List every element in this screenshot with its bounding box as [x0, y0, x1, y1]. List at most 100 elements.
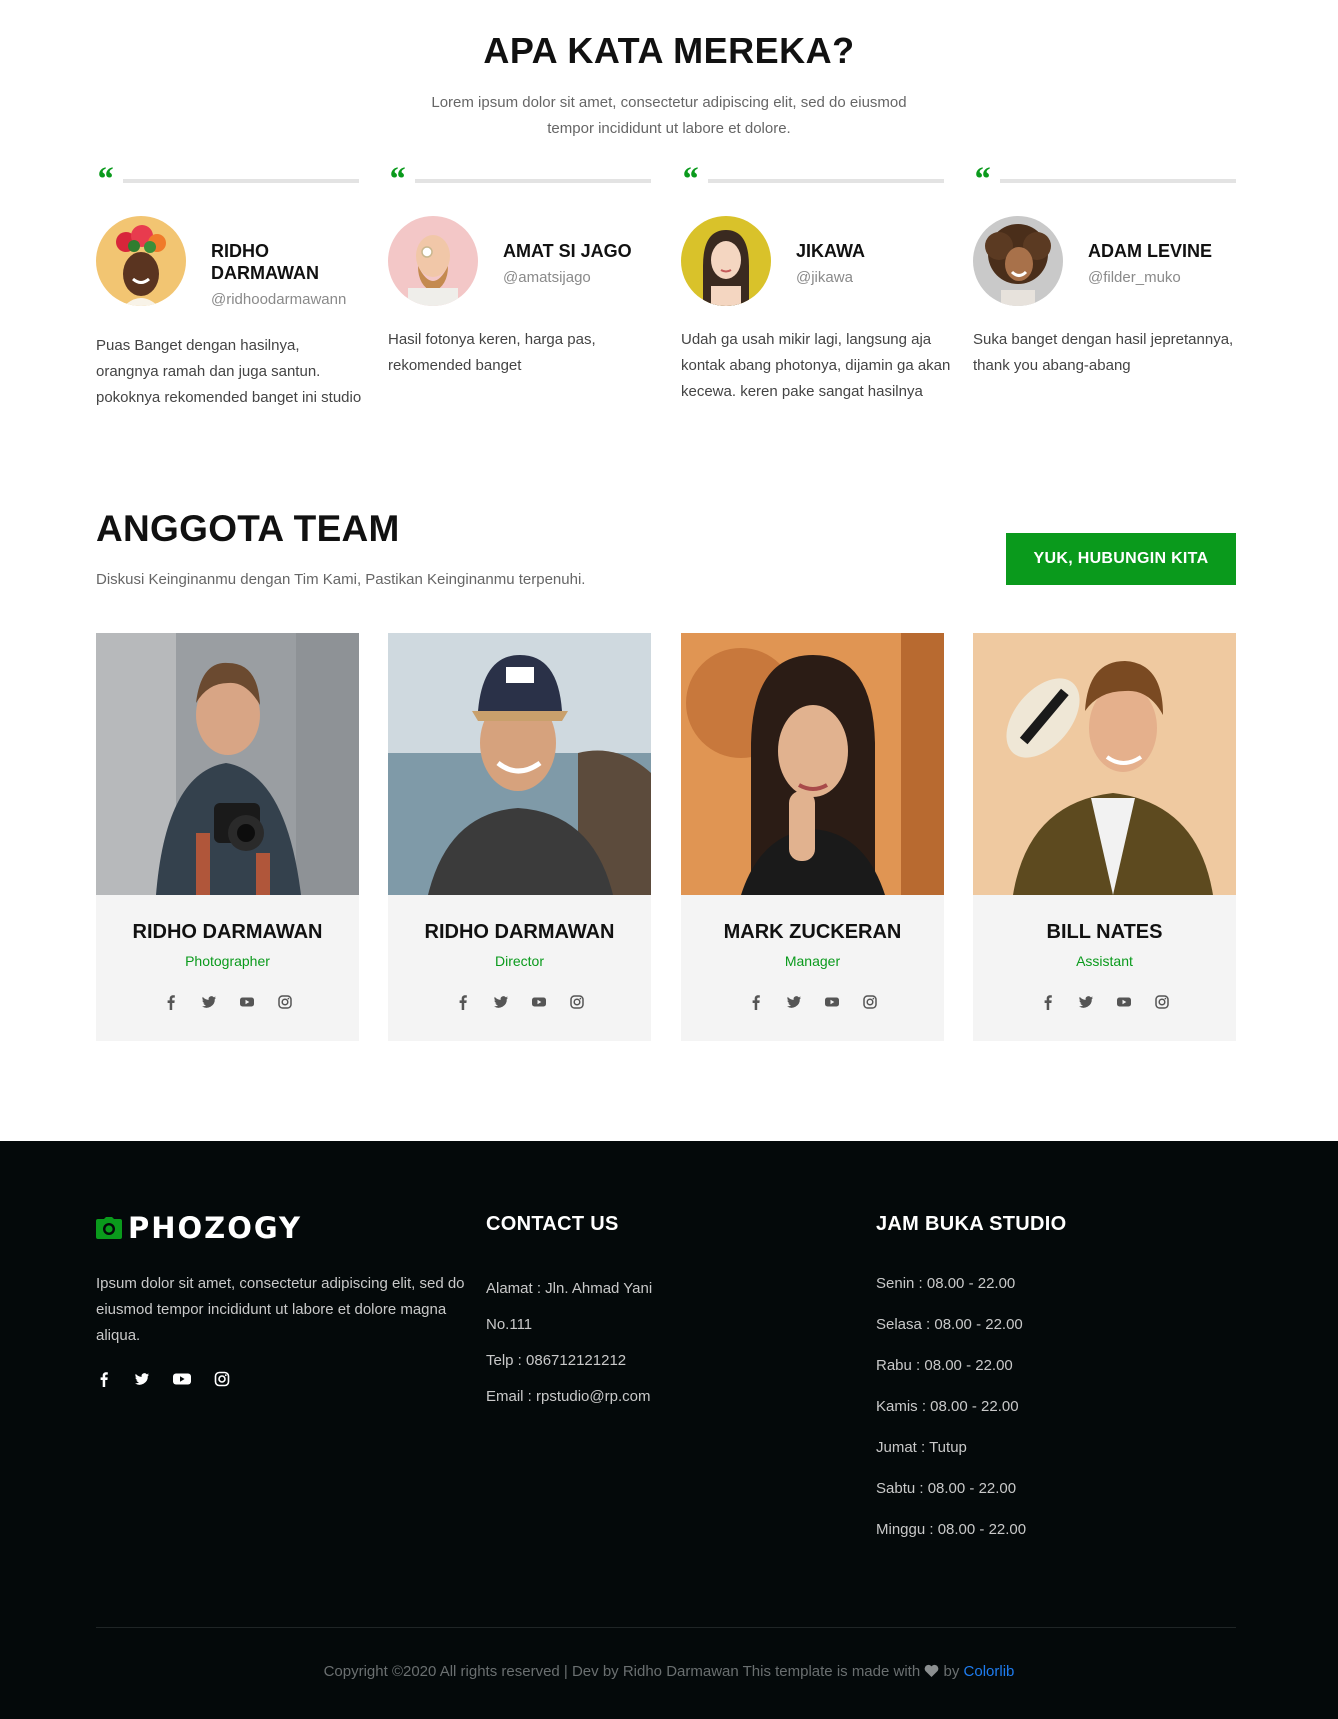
divider — [415, 179, 651, 183]
hours-item: Minggu : 08.00 - 22.00 — [876, 1521, 1027, 1538]
member-name: RIDHO DARMAWAN — [424, 921, 615, 943]
avatar — [96, 216, 186, 306]
instagram-icon[interactable] — [1154, 994, 1170, 1010]
testimonials-section: APA KATA MEREKA? Lorem ipsum dolor sit a… — [0, 0, 1338, 1141]
facebook-icon[interactable] — [748, 994, 764, 1010]
quote-icon: “ — [388, 161, 405, 198]
instagram-icon[interactable] — [569, 994, 585, 1010]
footer: PHOZOGY Ipsum dolor sit amet, consectetu… — [0, 1141, 1338, 1719]
youtube-icon[interactable] — [1116, 994, 1132, 1010]
testimonial-text: Suka banget dengan hasil jepretannya, th… — [973, 331, 1234, 374]
member-role: Photographer — [185, 953, 270, 969]
twitter-icon[interactable] — [786, 994, 802, 1010]
hours-item: Rabu : 08.00 - 22.00 — [876, 1357, 1013, 1374]
facebook-icon[interactable] — [455, 994, 471, 1010]
hours-list: Senin : 08.00 - 22.00 Selasa : 08.00 - 2… — [876, 1274, 1026, 1561]
quote-icon: “ — [973, 161, 990, 198]
member-name: BILL NATES — [1046, 921, 1163, 943]
member-role: Assistant — [1076, 953, 1133, 969]
footer-logo[interactable]: PHOZOGY — [96, 1211, 302, 1245]
testimonial-handle: @amatsijago — [503, 269, 591, 286]
divider — [1000, 179, 1236, 183]
testimonial-name: RIDHO DARMAWAN — [211, 241, 319, 283]
youtube-icon[interactable] — [531, 994, 547, 1010]
hours-item: Senin : 08.00 - 22.00 — [876, 1275, 1016, 1292]
testimonial-handle: @filder_muko — [1088, 269, 1181, 286]
contact-list: Alamat : Jln. Ahmad Yani No.111 Telp : 0… — [486, 1279, 652, 1423]
instagram-icon[interactable] — [214, 1371, 230, 1387]
hours-item: Selasa : 08.00 - 22.00 — [876, 1316, 1023, 1333]
colorlib-link[interactable]: Colorlib — [964, 1663, 1015, 1680]
member-socials — [681, 994, 944, 1010]
hours-item: Sabtu : 08.00 - 22.00 — [876, 1480, 1017, 1497]
divider — [123, 179, 359, 183]
hours-item: Jumat : Tutup — [876, 1439, 967, 1456]
testimonial-card: “ RIDHO DARMAWAN @ridhoodarmawann Puas B… — [96, 161, 361, 406]
member-role: Manager — [784, 953, 841, 969]
testimonial-name: ADAM LEVINE — [1088, 241, 1213, 261]
logo-text: PHOZOGY — [128, 1211, 303, 1245]
twitter-icon[interactable] — [201, 994, 217, 1010]
contact-title: CONTACT US — [486, 1213, 619, 1235]
hours-item: Kamis : 08.00 - 22.00 — [876, 1398, 1019, 1415]
team-subtitle: Diskusi Keinginanmu dengan Tim Kami, Pas… — [96, 571, 586, 588]
twitter-icon[interactable] — [134, 1371, 150, 1387]
team-member-card: MARK ZUCKERAN Manager — [681, 633, 944, 1041]
testimonial-card: “ JIKAWA @jikawa Udah ga usah mikir lagi… — [681, 161, 950, 400]
youtube-icon[interactable] — [239, 994, 255, 1010]
contact-email[interactable]: Email : rpstudio@rp.com — [486, 1387, 652, 1423]
member-socials — [973, 994, 1236, 1010]
team-member-card: RIDHO DARMAWAN Photographer — [96, 633, 359, 1041]
member-name: RIDHO DARMAWAN — [132, 921, 323, 943]
footer-about: Ipsum dolor sit amet, consectetur adipis… — [96, 1275, 465, 1344]
twitter-icon[interactable] — [1078, 994, 1094, 1010]
testimonial-text: Hasil fotonya keren, harga pas, rekomend… — [388, 331, 596, 374]
testimonials-subtitle: Lorem ipsum dolor sit amet, consectetur … — [431, 94, 907, 137]
testimonials-title: APA KATA MEREKA? — [483, 30, 855, 71]
youtube-icon[interactable] — [824, 994, 840, 1010]
avatar — [681, 216, 771, 306]
testimonial-handle: @ridhoodarmawann — [211, 291, 347, 308]
footer-divider — [96, 1627, 1236, 1628]
avatar — [973, 216, 1063, 306]
team-member-card: RIDHO DARMAWAN Director — [388, 633, 651, 1041]
hours-title: JAM BUKA STUDIO — [876, 1213, 1067, 1235]
copyright: Copyright ©2020 All rights reserved | De… — [0, 1663, 1338, 1680]
facebook-icon[interactable] — [96, 1371, 112, 1387]
member-socials — [96, 994, 359, 1010]
copyright-text: Copyright ©2020 All rights reserved | De… — [323, 1663, 921, 1680]
member-name: MARK ZUCKERAN — [723, 921, 902, 943]
footer-socials — [96, 1371, 230, 1387]
divider — [708, 179, 944, 183]
member-photo — [681, 633, 944, 895]
twitter-icon[interactable] — [493, 994, 509, 1010]
team-member-card: BILL NATES Assistant — [973, 633, 1236, 1041]
instagram-icon[interactable] — [862, 994, 878, 1010]
contact-us-button[interactable]: YUK, HUBUNGIN KITA — [1006, 533, 1236, 585]
member-role: Director — [494, 953, 544, 969]
member-socials — [388, 994, 651, 1010]
quote-icon: “ — [96, 161, 113, 198]
testimonial-card: “ AMAT SI JAGO @amatsijago Hasil fotonya… — [388, 161, 651, 374]
testimonial-card: “ ADAM LEVINE @filder_muko Suka banget d… — [973, 161, 1236, 374]
facebook-icon[interactable] — [163, 994, 179, 1010]
heart-icon — [925, 1664, 939, 1677]
quote-icon: “ — [681, 161, 698, 198]
contact-address-2: No.111 — [486, 1316, 533, 1333]
facebook-icon[interactable] — [1040, 994, 1056, 1010]
member-photo — [96, 633, 359, 895]
testimonial-name: AMAT SI JAGO — [503, 241, 632, 261]
member-photo — [388, 633, 651, 895]
copyright-by: by — [943, 1663, 960, 1680]
team-title: ANGGOTA TEAM — [96, 508, 400, 549]
youtube-icon[interactable] — [172, 1371, 192, 1387]
contact-address: Alamat : Jln. Ahmad Yani — [486, 1280, 653, 1297]
contact-phone: Telp : 086712121212 — [486, 1352, 627, 1369]
testimonial-text: Udah ga usah mikir lagi, langsung aja ko… — [681, 331, 951, 400]
testimonial-text: Puas Banget dengan hasilnya, orangnya ra… — [96, 337, 362, 406]
member-photo — [973, 633, 1236, 895]
testimonial-name: JIKAWA — [796, 241, 866, 261]
camera-icon — [96, 1217, 122, 1239]
testimonial-handle: @jikawa — [796, 269, 853, 286]
instagram-icon[interactable] — [277, 994, 293, 1010]
